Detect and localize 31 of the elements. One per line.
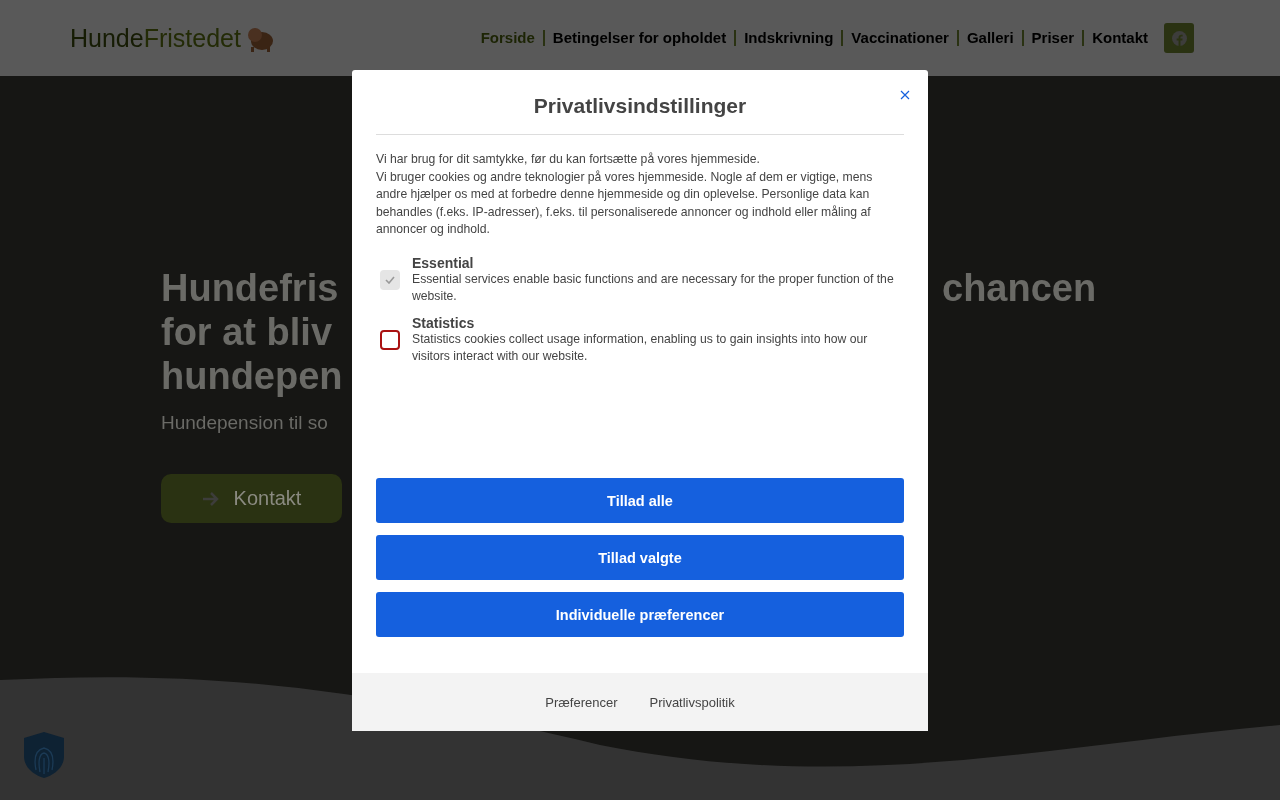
consent-button[interactable]: Individuelle præferencer — [376, 592, 904, 637]
footer-link[interactable]: Privatlivspolitik — [649, 694, 735, 710]
nav-link[interactable]: Forside — [472, 30, 543, 46]
dialog-title: Privatlivsindstillinger — [376, 94, 904, 135]
nav-link[interactable]: Betingelser for opholdet — [542, 30, 735, 46]
hero-heading: hundepen — [161, 354, 344, 398]
nav-link[interactable]: Galleri — [956, 30, 1022, 46]
facebook-icon — [1171, 30, 1187, 46]
close-icon — [900, 90, 910, 100]
option-title: Essential — [412, 254, 475, 271]
hero-heading: for at bliv — [161, 310, 334, 354]
contact-button[interactable]: Kontakt — [161, 474, 342, 523]
nav-link[interactable]: Vaccinationer — [841, 30, 957, 46]
footer-link[interactable]: Præferencer — [545, 694, 618, 710]
consent-button[interactable]: Tillad valgte — [376, 535, 904, 580]
logo-text: HundeFristedet — [70, 23, 241, 53]
hero-heading: Hundefris — [161, 266, 340, 310]
nav-link[interactable]: Priser — [1021, 30, 1083, 46]
check-icon — [385, 276, 395, 284]
consent-checkbox[interactable] — [380, 330, 400, 350]
nav-link[interactable]: Indskrivning — [734, 30, 842, 46]
nav-link[interactable]: Kontakt — [1082, 30, 1156, 46]
hero-heading: chancen — [942, 266, 1097, 311]
intro-paragraph: Vi bruger cookies og andre teknologier på vores hjemmeside. Nogle af dem er vigtige, mens andre hjælper os med at forbedre denne hjemmeside og din oplevelse. Personlige data kan behandles (f.eks. IP-adresser), f.eks. til personaliserede annoncer og indhold eller måling af annoncer og indhold. — [376, 168, 874, 238]
arrow-icon — [201, 490, 220, 507]
hero-subtitle: Hundepension til so — [161, 412, 329, 434]
option-description: Essential services enable basic functions and are necessary for the proper function of the website. — [412, 270, 895, 305]
option-description: Statistics cookies collect usage information, enabling us to gain insights into how our visitors interact with our website. — [412, 330, 869, 365]
consent-button[interactable]: Tillad alle — [376, 478, 904, 523]
option-title: Statistics — [412, 314, 476, 331]
intro-paragraph: Vi har brug for dit samtykke, før du kan fortsætte på vores hjemmeside. — [376, 151, 761, 168]
